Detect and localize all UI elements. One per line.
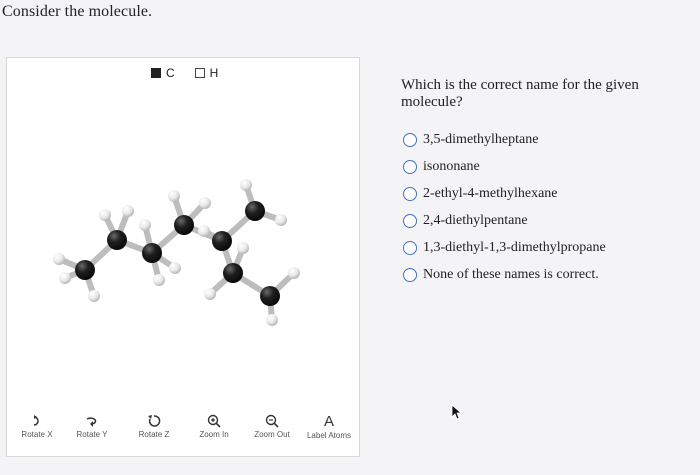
molecule-viewer[interactable]: C H Rotate X Rotate Y Rotate Z Zoom In Z… bbox=[6, 57, 360, 457]
atoms bbox=[53, 179, 300, 326]
option-label: 1,3-diethyl-1,3-dimethylpropane bbox=[423, 239, 606, 255]
hydrogen-atom bbox=[275, 214, 287, 226]
hydrogen-atom bbox=[288, 267, 300, 279]
rotate-y-button[interactable]: Rotate Y bbox=[57, 414, 127, 439]
hydrogen-atom bbox=[53, 253, 65, 265]
hydrogen-atom bbox=[240, 179, 252, 191]
zoom-in-icon bbox=[207, 414, 221, 428]
radio-button[interactable] bbox=[403, 186, 417, 201]
option-6[interactable]: None of these names is correct. bbox=[403, 261, 606, 288]
molecule-model[interactable] bbox=[7, 58, 359, 408]
hydrogen-atom bbox=[88, 290, 100, 302]
option-label: 3,5-dimethylheptane bbox=[423, 131, 539, 147]
hydrogen-atom bbox=[168, 190, 180, 202]
option-label: 2-ethyl-4-methylhexane bbox=[423, 185, 558, 201]
hydrogen-atom bbox=[198, 225, 210, 237]
rotate-x-icon bbox=[33, 415, 39, 426]
carbon-atom bbox=[142, 243, 162, 263]
rotate-y-icon bbox=[86, 417, 97, 427]
option-1[interactable]: 3,5-dimethylheptane bbox=[403, 126, 606, 153]
option-label: isononane bbox=[423, 158, 480, 174]
option-label: None of these names is correct. bbox=[423, 266, 599, 282]
prompt-text: Consider the molecule. bbox=[2, 3, 153, 20]
radio-button[interactable] bbox=[403, 159, 417, 174]
hydrogen-atom bbox=[153, 274, 165, 286]
carbon-atom bbox=[75, 260, 95, 280]
hydrogen-atom bbox=[59, 272, 71, 284]
option-label: 2,4-diethylpentane bbox=[423, 212, 528, 228]
hydrogen-atom bbox=[266, 314, 278, 326]
rotate-z-icon bbox=[148, 415, 161, 427]
hydrogen-atom bbox=[122, 205, 134, 217]
hydrogen-atom bbox=[204, 288, 216, 300]
viewer-toolbar: Rotate X Rotate Y Rotate Z Zoom In Zoom … bbox=[7, 414, 359, 454]
option-3[interactable]: 2-ethyl-4-methylhexane bbox=[403, 180, 606, 207]
label-atoms-label: Label Atoms bbox=[306, 431, 352, 440]
radio-button[interactable] bbox=[403, 213, 417, 228]
carbon-atom bbox=[260, 286, 280, 306]
carbon-atom bbox=[245, 201, 265, 221]
mouse-pointer-icon bbox=[451, 404, 463, 420]
radio-button[interactable] bbox=[403, 267, 417, 282]
carbon-atom bbox=[212, 231, 232, 251]
label-atoms-icon: A bbox=[323, 413, 334, 430]
option-4[interactable]: 2,4-diethylpentane bbox=[403, 207, 606, 234]
answer-options: 3,5-dimethylheptane isononane 2-ethyl-4-… bbox=[403, 126, 606, 288]
rotate-y-label: Rotate Y bbox=[76, 430, 108, 439]
hydrogen-atom bbox=[139, 219, 151, 231]
option-5[interactable]: 1,3-diethyl-1,3-dimethylpropane bbox=[403, 234, 606, 261]
hydrogen-atom bbox=[199, 197, 211, 209]
label-atoms-button[interactable]: A Label Atoms bbox=[294, 414, 364, 440]
carbon-atom bbox=[107, 230, 127, 250]
carbon-atom bbox=[223, 263, 243, 283]
radio-button[interactable] bbox=[403, 132, 417, 147]
option-2[interactable]: isononane bbox=[403, 153, 606, 180]
hydrogen-atom bbox=[169, 262, 181, 274]
zoom-out-icon bbox=[265, 414, 279, 428]
question-text: Which is the correct name for the given … bbox=[401, 77, 639, 110]
radio-button[interactable] bbox=[403, 240, 417, 255]
carbon-atom bbox=[174, 215, 194, 235]
hydrogen-atom bbox=[237, 242, 249, 254]
hydrogen-atom bbox=[99, 209, 111, 221]
